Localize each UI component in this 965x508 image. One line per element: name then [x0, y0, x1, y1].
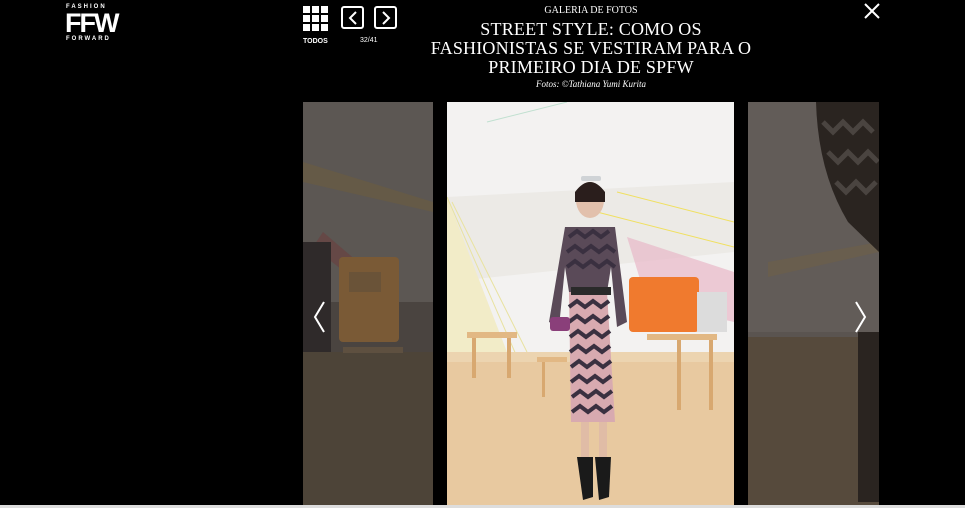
- logo-main-text: FFW: [65, 8, 119, 38]
- chevron-right-icon: [855, 301, 867, 333]
- next-slide-arrow[interactable]: [853, 300, 869, 334]
- all-photos-label[interactable]: TODOS: [303, 38, 328, 45]
- photo-credit: Fotos: ©Tathiana Yumi Kurita: [536, 79, 646, 89]
- logo-bottom-text: FORWARD: [66, 36, 111, 42]
- prev-slide-arrow[interactable]: [311, 300, 327, 334]
- grid-icon[interactable]: [303, 6, 329, 32]
- close-icon[interactable]: [863, 2, 881, 20]
- next-photo-button[interactable]: [374, 6, 397, 29]
- photo-counter: 32/41: [360, 37, 378, 44]
- chevron-right-icon: [381, 10, 390, 25]
- gallery-title: STREET STYLE: COMO OS FASHIONISTAS SE VE…: [430, 19, 752, 77]
- ffw-logo[interactable]: FASHION FFW FORWARD: [65, 4, 126, 42]
- prev-photo-button[interactable]: [341, 6, 364, 29]
- gallery-section-label: GALERIA DE FOTOS: [544, 5, 638, 16]
- main-photo: [447, 102, 734, 505]
- chevron-left-icon: [313, 301, 325, 333]
- chevron-left-icon: [348, 10, 357, 25]
